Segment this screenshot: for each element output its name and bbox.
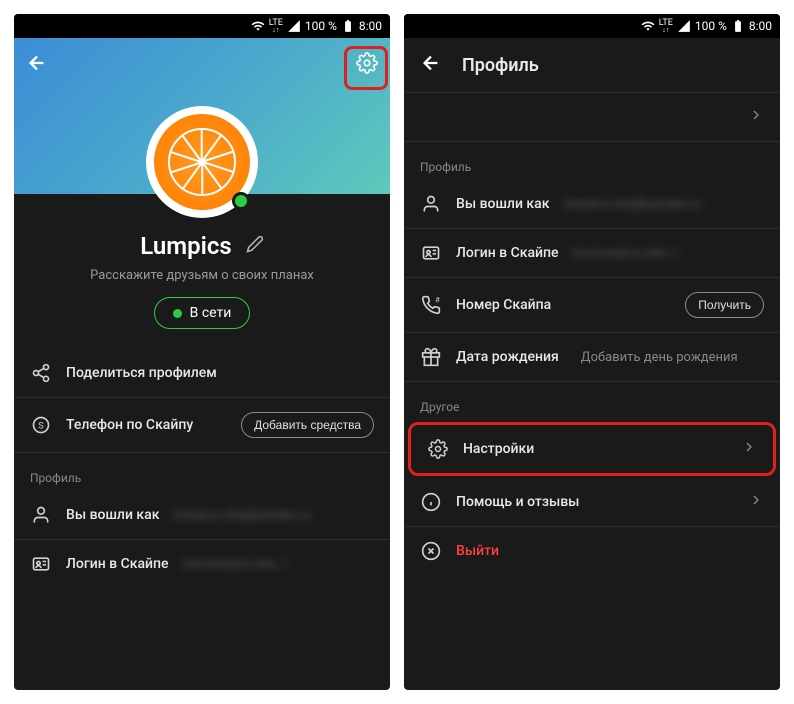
- logged-in-value: lumpics.site@yandex.ru: [563, 197, 764, 212]
- logged-in-as-row[interactable]: Вы вошли как lumpics.site@yandex.ru: [14, 491, 390, 540]
- skype-number-row[interactable]: # Номер Скайпа Получить: [404, 278, 780, 333]
- profile-header: [14, 38, 390, 194]
- lte-indicator: LTE↓↑: [269, 19, 283, 33]
- skype-login-value: live:lumpics.site_1: [573, 246, 764, 261]
- section-header-profile: Профиль: [14, 453, 390, 491]
- section-header-profile: Профиль: [404, 142, 780, 180]
- logged-in-as-row[interactable]: Вы вошли как lumpics.site@yandex.ru: [404, 180, 780, 229]
- chevron-right-icon: [748, 107, 764, 127]
- status-dot-icon: [173, 309, 182, 318]
- id-card-icon: [30, 554, 52, 574]
- title-bar: Профиль: [404, 38, 780, 92]
- id-card-icon: [420, 243, 442, 263]
- help-row[interactable]: Помощь и отзывы: [404, 478, 780, 527]
- svg-text:S: S: [38, 421, 44, 431]
- back-button[interactable]: [26, 52, 48, 78]
- phone-right: LTE↓↑ 100 % 8:00 Профиль Профиль Вы вошл…: [404, 14, 780, 690]
- gear-icon: [427, 439, 449, 459]
- share-icon: [30, 363, 52, 383]
- battery-icon: [341, 19, 355, 33]
- share-profile-row[interactable]: Поделиться профилем: [14, 349, 390, 398]
- clock: 8:00: [359, 19, 382, 33]
- close-circle-icon: [420, 541, 442, 561]
- skype-login-value: live:lumpics.site_1: [183, 557, 374, 572]
- skype-phone-row[interactable]: S Телефон по Скайпу Добавить средства: [14, 398, 390, 453]
- phone-left: LTE↓↑ 100 % 8:00: [14, 14, 390, 690]
- profile-tagline[interactable]: Расскажите друзьям о своих планах: [14, 268, 390, 283]
- profile-name: Lumpics: [140, 232, 231, 260]
- avatar[interactable]: [146, 106, 258, 218]
- battery-percent: 100 %: [305, 19, 337, 33]
- presence-indicator: [232, 192, 250, 210]
- status-bar: LTE↓↑ 100 % 8:00: [404, 14, 780, 38]
- signal-icon: [287, 19, 301, 33]
- page-title: Профиль: [462, 55, 539, 76]
- signal-icon: [677, 19, 691, 33]
- add-funds-button[interactable]: Добавить средства: [241, 412, 374, 438]
- svg-text:#: #: [435, 296, 440, 305]
- birthday-row[interactable]: Дата рождения Добавить день рождения: [404, 333, 780, 382]
- skype-login-row[interactable]: Логин в Скайпе live:lumpics.site_1: [404, 229, 780, 278]
- lte-indicator: LTE↓↑: [659, 19, 673, 33]
- edit-icon[interactable]: [246, 235, 264, 257]
- battery-icon: [731, 19, 745, 33]
- status-pill[interactable]: В сети: [154, 297, 251, 329]
- phone-number-icon: #: [420, 295, 442, 315]
- skype-login-row[interactable]: Логин в Скайпе live:lumpics.site_1: [14, 540, 390, 588]
- logged-in-value: lumpics.site@yandex.ru: [173, 508, 374, 523]
- back-button[interactable]: [420, 52, 442, 78]
- exit-row[interactable]: Выйти: [404, 527, 780, 575]
- partial-row-top[interactable]: [404, 92, 780, 142]
- wifi-icon: [251, 19, 265, 33]
- status-label: В сети: [190, 305, 232, 321]
- wifi-icon: [641, 19, 655, 33]
- status-bar: LTE↓↑ 100 % 8:00: [14, 14, 390, 38]
- person-icon: [420, 194, 442, 214]
- gift-icon: [420, 347, 442, 367]
- person-icon: [30, 505, 52, 525]
- birthday-value: Добавить день рождения: [573, 350, 764, 365]
- chevron-right-icon: [741, 439, 757, 459]
- chevron-right-icon: [748, 492, 764, 512]
- settings-row[interactable]: Настройки: [411, 425, 773, 473]
- get-number-button[interactable]: Получить: [685, 292, 764, 318]
- gear-icon[interactable]: [356, 52, 378, 78]
- annotation-highlight-settings: Настройки: [408, 422, 776, 476]
- clock: 8:00: [749, 19, 772, 33]
- info-icon: [420, 492, 442, 512]
- battery-percent: 100 %: [695, 19, 727, 33]
- skype-credit-icon: S: [30, 415, 52, 435]
- section-header-other: Другое: [404, 382, 780, 420]
